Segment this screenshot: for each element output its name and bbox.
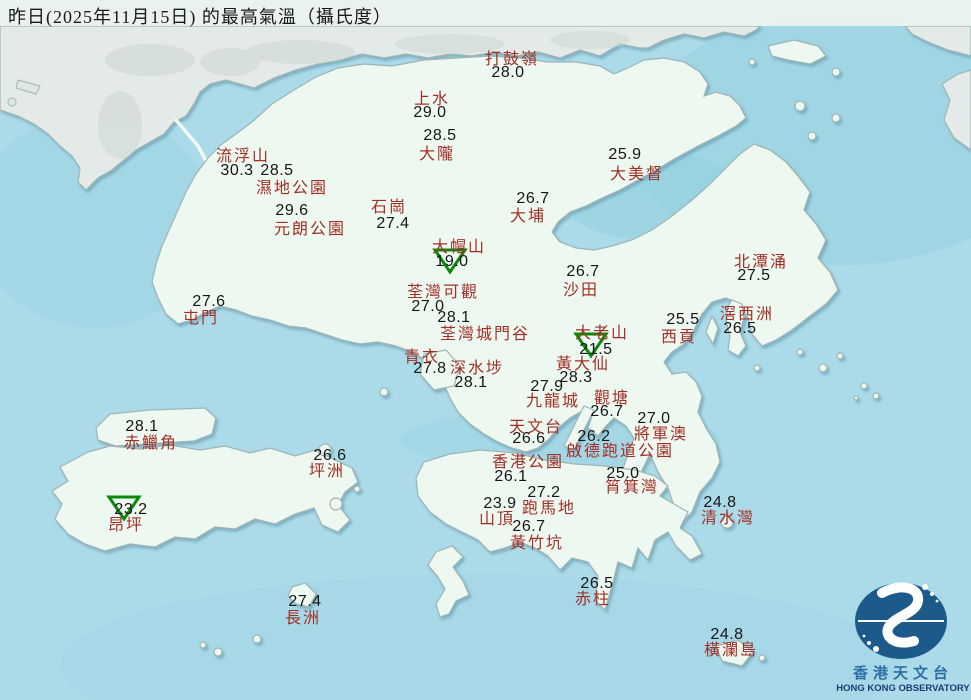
map-title: 昨日(2025年11月15日) 的最高氣溫（攝氏度） bbox=[8, 7, 392, 27]
mirs-bay-islet bbox=[831, 67, 841, 77]
deep-bay-islet-2 bbox=[7, 97, 17, 107]
station-name: 上水 bbox=[413, 91, 451, 108]
soko-island bbox=[213, 647, 223, 657]
sunshine-island bbox=[353, 485, 361, 493]
ma-wan-island bbox=[379, 387, 389, 397]
town-island bbox=[796, 348, 804, 356]
station-name: 荃灣可觀 bbox=[406, 284, 480, 301]
station-value: 27.4 bbox=[376, 215, 410, 232]
station-name: 香港公園 bbox=[491, 454, 565, 471]
hong-kong-basemap bbox=[0, 0, 971, 700]
station-name: 青衣 bbox=[403, 349, 441, 366]
station-name: 荃灣城門谷 bbox=[439, 326, 531, 343]
station-name: 石崗 bbox=[370, 199, 408, 216]
station-name: 打鼓嶺 bbox=[484, 51, 540, 68]
station-name: 西貢 bbox=[660, 329, 698, 346]
station-name: 元朗公園 bbox=[273, 221, 347, 238]
station-name: 沙田 bbox=[562, 282, 600, 299]
bluff-island bbox=[836, 352, 844, 360]
hei-ling-chau-island bbox=[329, 497, 343, 511]
ninepin-island-3 bbox=[853, 395, 859, 401]
station-name: 山頂 bbox=[478, 511, 516, 528]
station-name: 滘西洲 bbox=[719, 306, 775, 323]
station-name: 九龍城 bbox=[525, 393, 581, 410]
station-name: 跑馬地 bbox=[521, 500, 577, 517]
station-name: 筲箕灣 bbox=[604, 479, 660, 496]
station-name: 深水埗 bbox=[449, 360, 505, 377]
station-name: 黃竹坑 bbox=[509, 535, 565, 552]
station-name: 坪洲 bbox=[308, 463, 346, 480]
soko-island-2 bbox=[199, 641, 207, 649]
ninepin-island-2 bbox=[872, 392, 880, 400]
station-name: 啟德跑道公園 bbox=[565, 443, 675, 460]
shelter-island bbox=[753, 364, 761, 372]
station-name: 大美督 bbox=[609, 166, 665, 183]
station-name: 昂坪 bbox=[107, 517, 145, 534]
station-name: 屯門 bbox=[182, 310, 220, 327]
station-name: 清水灣 bbox=[700, 510, 756, 527]
shek-kwu-chau-island bbox=[252, 634, 262, 644]
tap-mun-island bbox=[794, 100, 806, 112]
station-name: 大帽山 bbox=[431, 239, 487, 256]
station-name: 天文台 bbox=[508, 419, 564, 436]
station-name: 赤鱲角 bbox=[123, 435, 179, 452]
station-name: 觀塘 bbox=[593, 390, 631, 407]
station-name: 濕地公園 bbox=[255, 180, 329, 197]
station-name: 大埔 bbox=[509, 208, 547, 225]
basalt-island bbox=[818, 363, 828, 373]
port-island bbox=[831, 113, 841, 123]
station-name: 北潭涌 bbox=[733, 254, 789, 271]
hko-logo-english-name: HONG KONG OBSERVATORY bbox=[836, 683, 970, 694]
max-temperature-map: 昨日(2025年11月15日) 的最高氣溫（攝氏度） 28.0 打鼓嶺 29.0 上水… bbox=[0, 0, 971, 700]
station-name: 大隴 bbox=[418, 146, 456, 163]
ap-chau-island bbox=[748, 58, 756, 66]
station-name: 長洲 bbox=[284, 610, 322, 627]
station-name: 橫瀾島 bbox=[703, 642, 759, 659]
station-name: 赤柱 bbox=[574, 591, 612, 608]
station-name: 大老山 bbox=[574, 325, 630, 342]
station-name: 黃大仙 bbox=[555, 356, 611, 373]
ninepin-island bbox=[860, 382, 868, 390]
grass-island bbox=[807, 131, 817, 141]
hko-logo-chinese-name: 香港天文台 bbox=[852, 666, 953, 682]
waglan-island bbox=[758, 654, 766, 662]
